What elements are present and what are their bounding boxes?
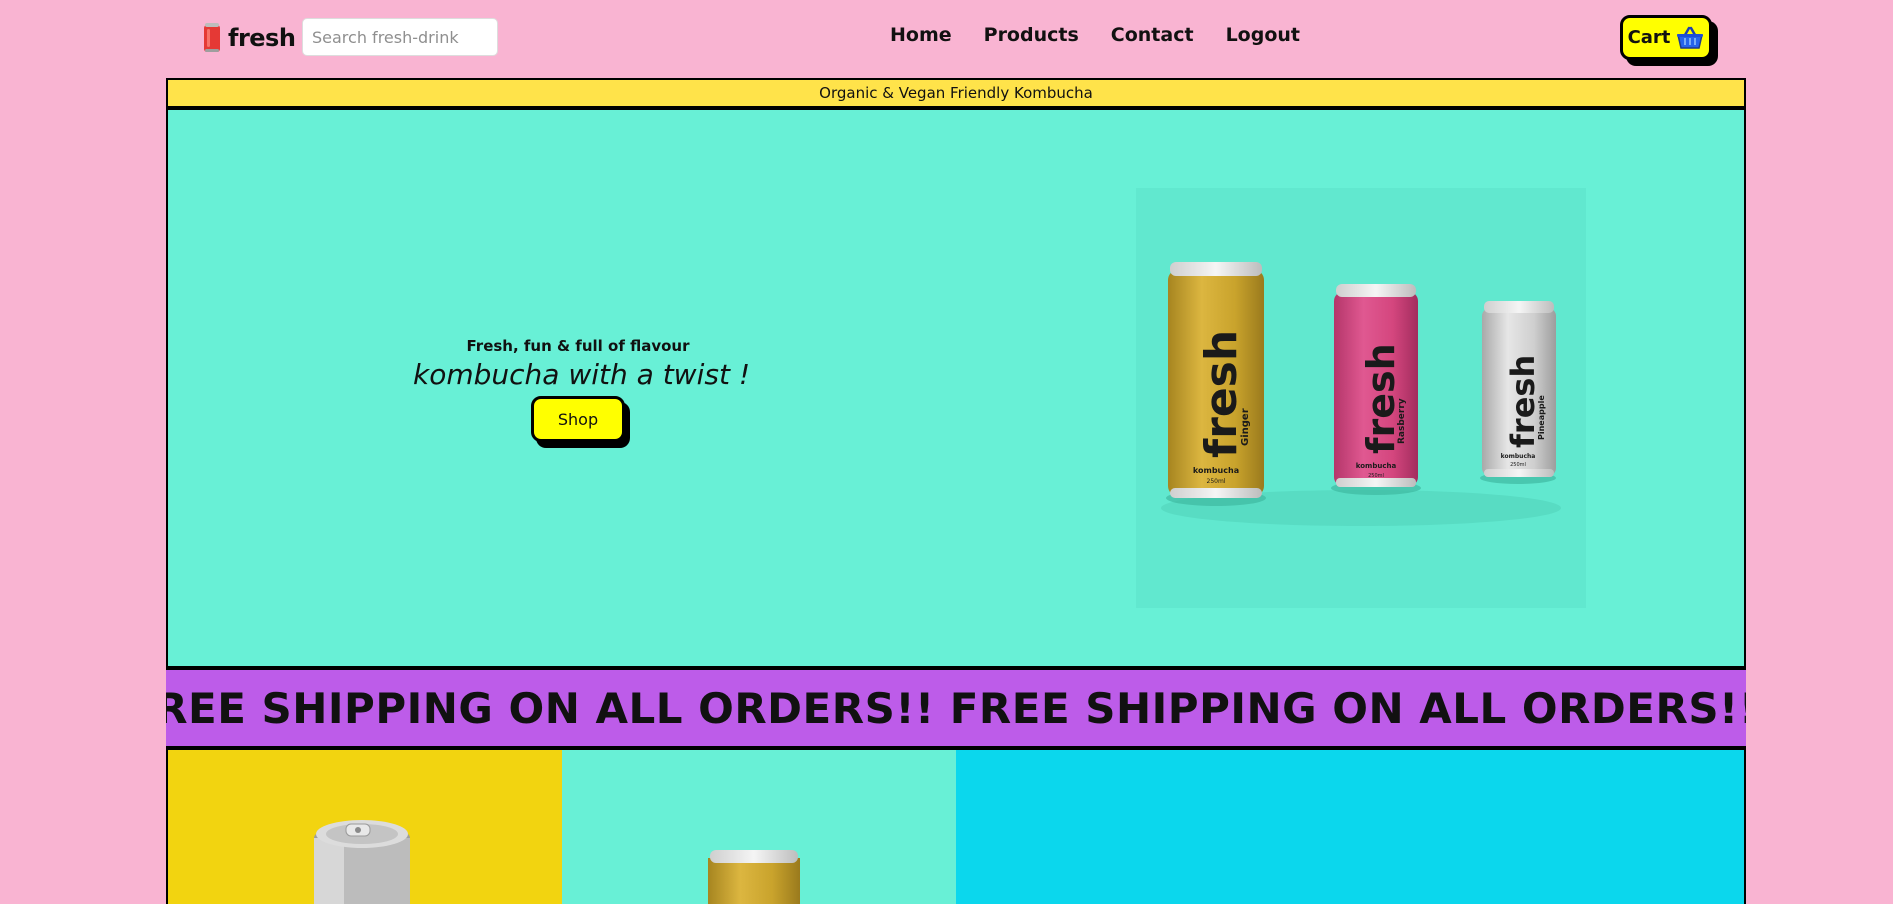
search-input[interactable] <box>302 18 498 56</box>
product-tile-ginger[interactable] <box>562 750 956 904</box>
svg-text:250ml: 250ml <box>1207 478 1226 485</box>
svg-text:kombucha: kombucha <box>1193 466 1239 475</box>
hero-section: Fresh, fun & full of flavour kombucha wi… <box>166 110 1746 668</box>
nav-link-home[interactable]: Home <box>890 24 952 46</box>
ginger-can-image <box>708 850 800 904</box>
hero-text-block: Fresh, fun & full of flavour kombucha wi… <box>413 336 751 448</box>
svg-text:250ml: 250ml <box>1510 462 1526 468</box>
soda-can-icon <box>204 23 220 52</box>
silver-can-image <box>314 820 410 904</box>
ginger-can: fresh Ginger kombucha 250ml <box>1166 262 1266 506</box>
cart-button[interactable]: Cart <box>1620 15 1718 66</box>
product-tiles <box>166 750 1746 904</box>
marquee-text: FREE SHIPPING ON ALL ORDERS!! FREE SHIPP… <box>166 684 1746 733</box>
svg-text:kombucha: kombucha <box>1356 462 1397 470</box>
brand-name: fresh <box>228 24 296 52</box>
promo-banner: Organic & Vegan Friendly Kombucha <box>166 78 1746 110</box>
main-content: Organic & Vegan Friendly Kombucha Fresh,… <box>166 78 1746 904</box>
product-tile-silver[interactable] <box>166 750 562 904</box>
navbar: fresh Home Products Contact Logout Cart <box>0 0 1893 78</box>
pineapple-can: fresh Pineapple kombucha 250ml <box>1480 301 1556 484</box>
nav-link-logout[interactable]: Logout <box>1226 24 1300 46</box>
cart-label: Cart <box>1627 27 1671 48</box>
shop-button-face[interactable]: Shop <box>531 396 625 442</box>
hero-tagline: kombucha with a twist ! <box>413 358 751 391</box>
product-tile-cyan[interactable] <box>956 750 1746 904</box>
shipping-marquee: FREE SHIPPING ON ALL ORDERS!! FREE SHIPP… <box>166 668 1746 750</box>
svg-text:Pineapple: Pineapple <box>1537 395 1546 440</box>
main-nav: Home Products Contact Logout <box>890 24 1332 46</box>
promo-text: Organic & Vegan Friendly Kombucha <box>819 84 1093 102</box>
shop-button[interactable]: Shop <box>531 396 630 448</box>
nav-link-products[interactable]: Products <box>984 24 1079 46</box>
svg-text:kombucha: kombucha <box>1501 453 1536 460</box>
nav-link-contact[interactable]: Contact <box>1111 24 1194 46</box>
hero-product-image: fresh Ginger kombucha 250ml fresh Rasber… <box>1136 188 1586 608</box>
cart-button-face[interactable]: Cart <box>1620 15 1712 60</box>
svg-text:250ml: 250ml <box>1368 473 1384 479</box>
hero-subtitle: Fresh, fun & full of flavour <box>466 337 690 355</box>
svg-text:Ginger: Ginger <box>1240 408 1251 446</box>
brand-logo[interactable]: fresh <box>202 22 296 54</box>
rasberry-can: fresh Rasberry kombucha 250ml <box>1331 284 1421 495</box>
shopping-basket-icon <box>1677 26 1704 49</box>
svg-text:Rasberry: Rasberry <box>1397 398 1407 444</box>
